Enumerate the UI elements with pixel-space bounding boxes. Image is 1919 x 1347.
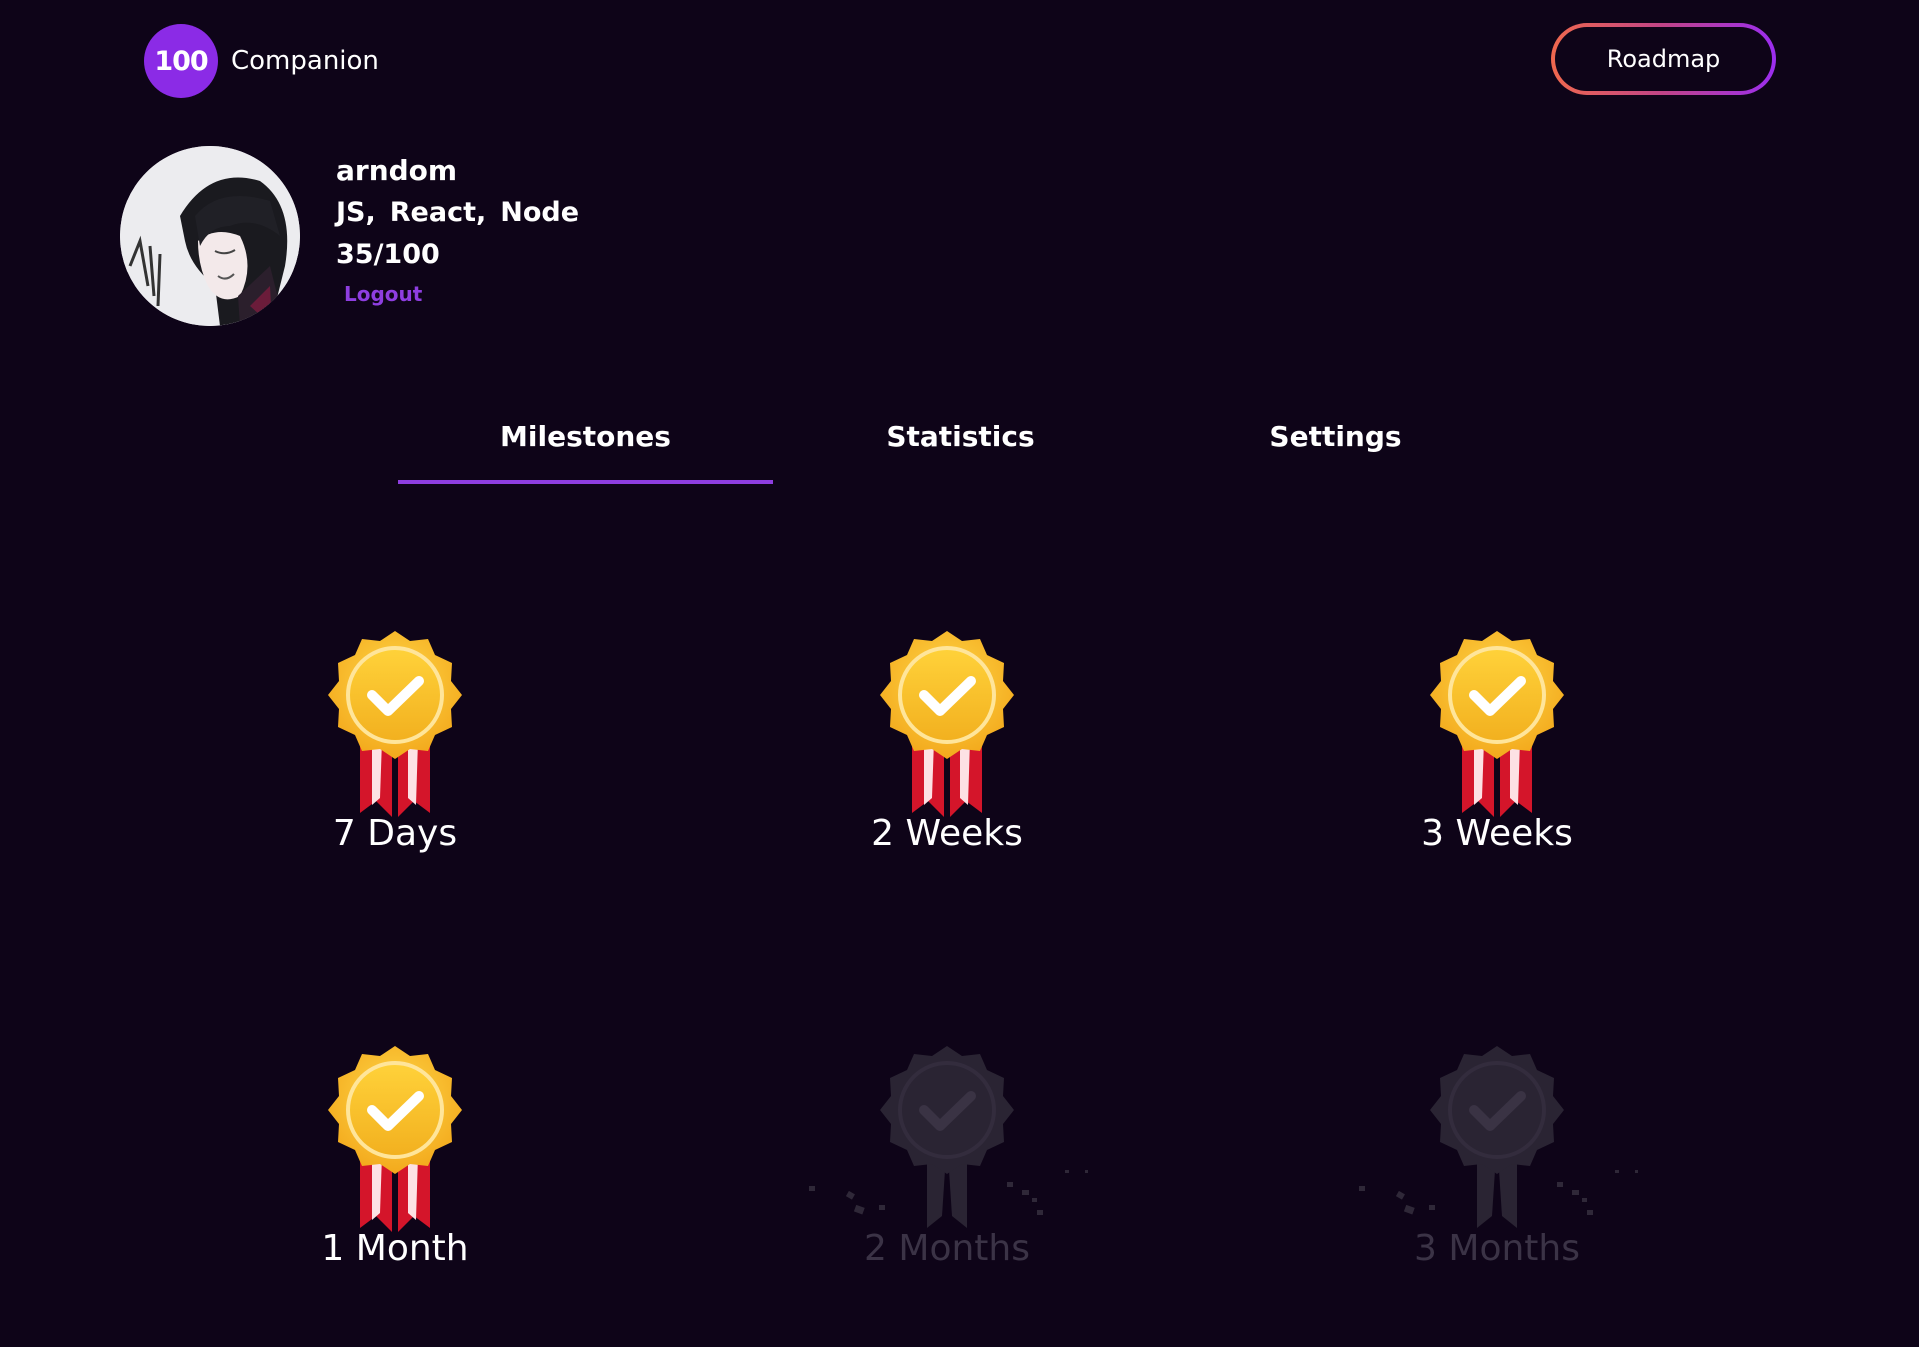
username: arndom bbox=[336, 154, 458, 187]
logo-badge: 100 bbox=[144, 24, 218, 98]
milestone-card-locked: 3 Months bbox=[1347, 1040, 1647, 1300]
milestone-label: 7 Days bbox=[332, 813, 458, 854]
tab-bar: Milestones Statistics Settings bbox=[398, 420, 1523, 484]
app-logo[interactable]: 100 Companion bbox=[144, 24, 379, 98]
tab-settings[interactable]: Settings bbox=[1148, 420, 1523, 484]
logout-link[interactable]: Logout bbox=[344, 282, 422, 306]
top-nav: 100 Companion Roadmap bbox=[0, 0, 1919, 120]
roadmap-button[interactable]: Roadmap bbox=[1551, 23, 1776, 95]
active-tab-indicator bbox=[398, 480, 773, 484]
gold-medal-check-icon bbox=[320, 1040, 470, 1240]
milestone-label: 1 Month bbox=[321, 1228, 469, 1269]
logo-text: Companion bbox=[231, 46, 379, 76]
milestone-card: 3 Weeks bbox=[1347, 625, 1647, 885]
gold-medal-check-icon bbox=[1422, 625, 1572, 825]
tab-statistics[interactable]: Statistics bbox=[773, 420, 1148, 484]
milestone-label: 3 Weeks bbox=[1421, 813, 1573, 854]
tech-stack-item: Node bbox=[500, 197, 580, 228]
progress-count: 35/100 bbox=[336, 239, 440, 270]
milestone-label: 2 Months bbox=[864, 1228, 1030, 1269]
milestone-card: 7 Days bbox=[245, 625, 545, 885]
profile-info: arndom JS, React, Node 35/100 Logout bbox=[336, 150, 736, 306]
avatar bbox=[120, 146, 300, 326]
avatar-image bbox=[120, 146, 300, 326]
tech-stack: JS, React, Node bbox=[336, 192, 736, 234]
milestone-card-locked: 2 Months bbox=[797, 1040, 1097, 1300]
tab-milestones[interactable]: Milestones bbox=[398, 420, 773, 484]
tech-stack-item: JS, bbox=[336, 197, 376, 228]
gold-medal-check-icon bbox=[320, 625, 470, 825]
gold-medal-check-icon bbox=[872, 625, 1022, 825]
tech-stack-item: React, bbox=[389, 197, 487, 228]
milestone-label: 3 Months bbox=[1414, 1228, 1580, 1269]
milestone-card: 1 Month bbox=[245, 1040, 545, 1300]
milestone-card: 2 Weeks bbox=[797, 625, 1097, 885]
locked-medal-icon bbox=[1422, 1040, 1572, 1240]
roadmap-button-label: Roadmap bbox=[1555, 27, 1772, 91]
locked-medal-icon bbox=[872, 1040, 1022, 1240]
milestone-label: 2 Weeks bbox=[871, 813, 1023, 854]
